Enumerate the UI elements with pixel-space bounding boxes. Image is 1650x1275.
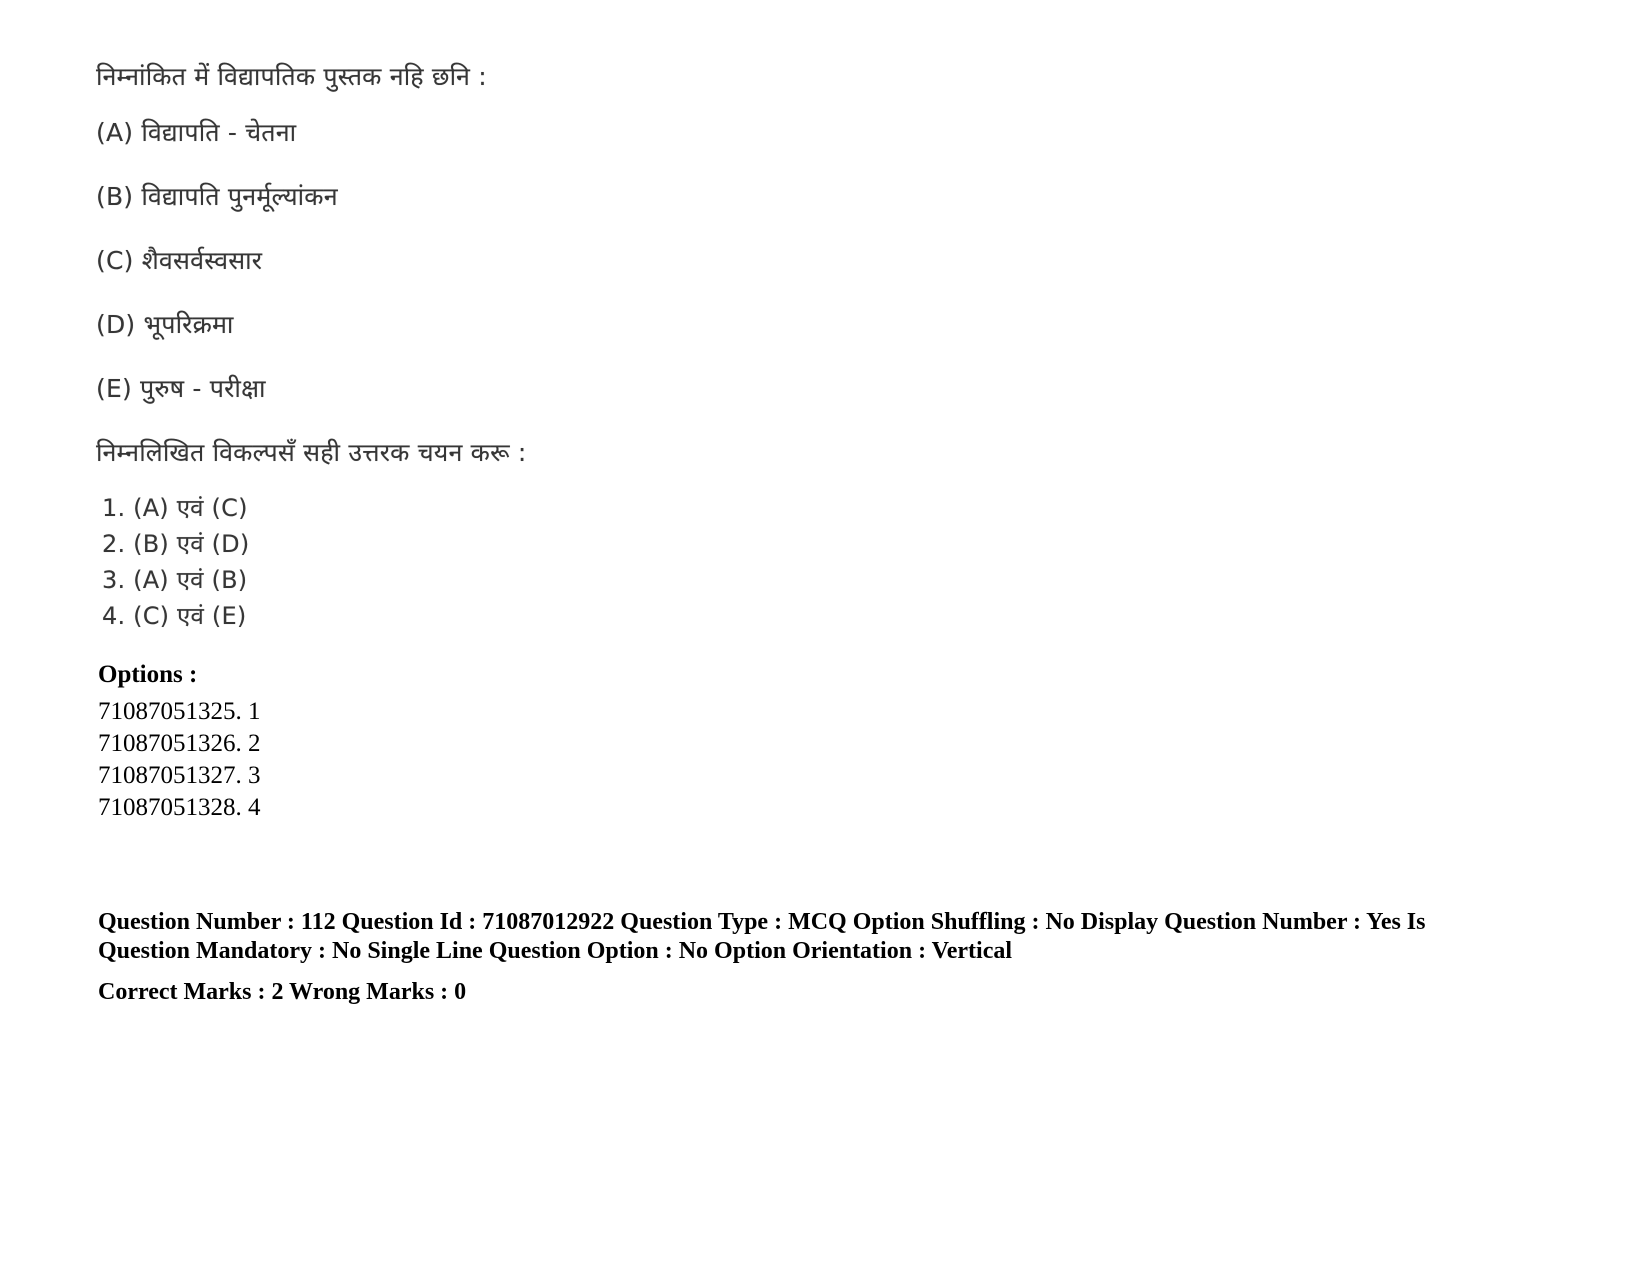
option-row-2: 71087051326. 2 bbox=[98, 730, 261, 757]
combination-item-3: 3. (A) एवं (B) bbox=[102, 566, 248, 594]
combination-item-4: 4. (C) एवं (E) bbox=[102, 602, 247, 630]
option-row-4: 71087051328. 4 bbox=[98, 794, 261, 821]
options-heading: Options : bbox=[98, 661, 198, 688]
combination-item-2: 2. (B) एवं (D) bbox=[102, 530, 250, 558]
metadata-line-3: Correct Marks : 2 Wrong Marks : 0 bbox=[98, 979, 467, 1005]
question-choice-a: (A) विद्यापति - चेतना bbox=[96, 118, 297, 147]
options-section: Options : 71087051325. 1 71087051326. 2 … bbox=[98, 658, 1498, 824]
option-row-1: 71087051325. 1 bbox=[98, 698, 261, 725]
combination-item-1: 1. (A) एवं (C) bbox=[102, 494, 248, 522]
question-choice-c: (C) शैवसर्वस्वसार bbox=[96, 246, 263, 275]
metadata-line-2: Question Mandatory : No Single Line Ques… bbox=[98, 938, 1013, 964]
sub-instruction: निम्नलिखित विकल्पसँ सही उत्तरक चयन करू : bbox=[96, 438, 527, 467]
question-block: निम्नांकित में विद्यापतिक पुस्तक नहि छनि… bbox=[96, 62, 1496, 634]
metadata-line-1: Question Number : 112 Question Id : 7108… bbox=[98, 909, 1426, 935]
question-choice-b: (B) विद्यापति पुनर्मूल्यांकन bbox=[96, 182, 338, 211]
question-metadata: Question Number : 112 Question Id : 7108… bbox=[98, 908, 1518, 1007]
question-choice-e: (E) पुरुष - परीक्षा bbox=[96, 374, 266, 403]
option-row-3: 71087051327. 3 bbox=[98, 762, 261, 789]
page-canvas: निम्नांकित में विद्यापतिक पुस्तक नहि छनि… bbox=[0, 0, 1650, 1275]
question-stem: निम्नांकित में विद्यापतिक पुस्तक नहि छनि… bbox=[96, 62, 487, 91]
question-choice-d: (D) भूपरिक्रमा bbox=[96, 310, 234, 339]
combination-list: 1. (A) एवं (C) 2. (B) एवं (D) 3. (A) एवं… bbox=[96, 490, 1496, 634]
